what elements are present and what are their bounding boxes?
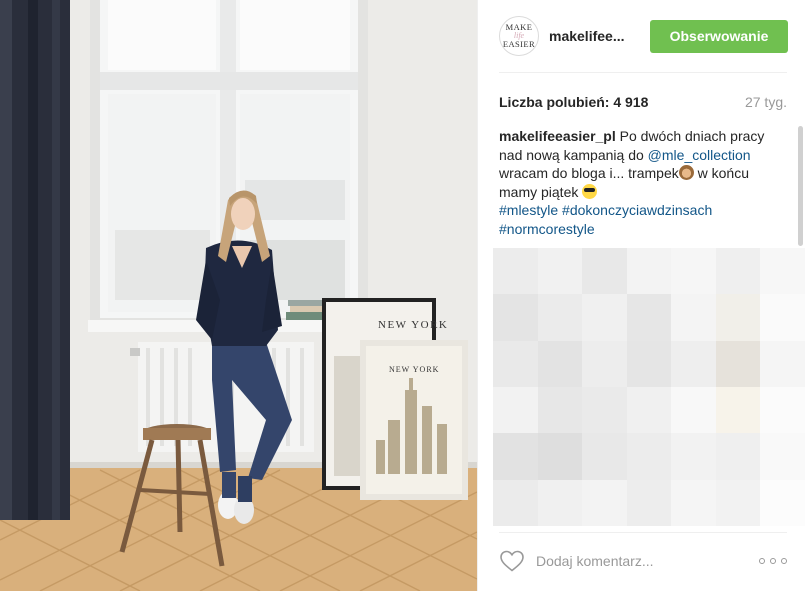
hashtag-link[interactable]: #dokonczyciawdzinsach — [562, 202, 712, 218]
caption-username[interactable]: makelifeeasier_pl — [499, 128, 616, 144]
comment-bar — [499, 544, 787, 578]
ellipsis-dot — [781, 558, 787, 564]
footer-divider — [499, 532, 787, 533]
post-photo-illustration: NEW YORK NEW YORK — [0, 0, 477, 591]
post-header: MAKE life EASIER makelifee... Obserwowan… — [478, 0, 805, 72]
post-image[interactable]: NEW YORK NEW YORK — [0, 0, 477, 591]
avatar[interactable]: MAKE life EASIER — [499, 16, 539, 56]
ellipsis-dot — [770, 558, 776, 564]
poster-2-title: NEW YORK — [389, 365, 439, 374]
header-divider — [499, 72, 787, 73]
poster-1-title: NEW YORK — [378, 319, 448, 331]
heart-icon[interactable] — [499, 549, 525, 573]
sunglasses-emoji-icon — [582, 183, 598, 199]
post-age[interactable]: 27 tyg. — [745, 94, 787, 110]
blurred-comments — [493, 248, 805, 526]
monkey-emoji-icon — [678, 165, 694, 181]
comments-scrollbar[interactable] — [798, 126, 803, 246]
ellipsis-icon[interactable] — [759, 551, 787, 571]
author-username[interactable]: makelifee... — [549, 28, 650, 44]
caption-mention[interactable]: @mle_collection — [648, 147, 751, 163]
hashtag-link[interactable]: #mlestyle — [499, 202, 558, 218]
avatar-logo-line-3: EASIER — [502, 39, 536, 49]
post-caption: makelifeeasier_pl Po dwóch dniach pracy … — [499, 127, 769, 239]
ellipsis-dot — [759, 558, 765, 564]
comment-input[interactable] — [536, 546, 759, 576]
instagram-post-modal: NEW YORK NEW YORK MAKE life EASIER makel… — [0, 0, 805, 591]
likes-count[interactable]: Liczba polubień: 4 918 — [499, 94, 648, 110]
post-stats: Liczba polubień: 4 918 27 tyg. — [499, 90, 787, 114]
hashtag-link[interactable]: #normcorestyle — [499, 221, 595, 237]
follow-button[interactable]: Obserwowanie — [650, 19, 788, 53]
caption-text-2: wracam do bloga i... trampek — [499, 165, 679, 182]
